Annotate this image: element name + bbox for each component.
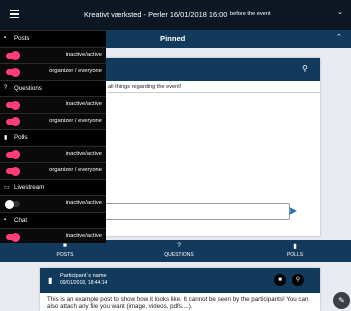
toggle-knob <box>11 51 20 60</box>
settings-section-title: Chat <box>14 216 28 224</box>
settings-section-questions: ? Questions <box>0 79 106 96</box>
tab-posts[interactable]: ■ POSTS <box>40 242 90 258</box>
chevron-down-icon[interactable]: ⌄ <box>337 8 343 16</box>
toggle-knob <box>11 232 20 242</box>
post-date: 09/01/2018, 18:44:14 <box>60 280 108 286</box>
post-author: Participant´s name <box>60 273 107 279</box>
tab-polls[interactable]: ▮ POLLS <box>270 242 320 258</box>
edit-button[interactable]: ✎ <box>333 292 350 309</box>
monitor-icon: ▭ <box>4 184 10 191</box>
chevron-up-icon[interactable]: ⌃ <box>336 33 342 41</box>
polls-icon: ▮ <box>293 243 297 250</box>
toggle-switch[interactable] <box>6 166 20 176</box>
question-icon: ? <box>4 84 8 91</box>
toggle-knob <box>11 100 20 110</box>
settings-row: organizer / everyone <box>0 162 106 178</box>
settings-row: inactive/active <box>0 46 106 63</box>
toggle-label: organizer / everyone <box>49 117 102 124</box>
tab-questions-label: QUESTIONS <box>164 252 194 258</box>
toggle-switch[interactable] <box>5 199 20 209</box>
settings-row: inactive/active <box>0 228 106 244</box>
settings-section-posts: ▪ Posts <box>0 30 106 46</box>
settings-section-title: Polls <box>14 134 28 141</box>
post-icon: ▪ <box>4 35 7 41</box>
toggle-switch[interactable] <box>6 232 20 242</box>
event-phase: before the event <box>230 11 271 17</box>
post-body: This is an example post to show how it l… <box>47 296 309 310</box>
settings-row: organizer / everyone <box>0 112 106 129</box>
settings-section-chat: ▪ Chat <box>0 211 106 228</box>
polls-icon: ▮ <box>4 135 8 141</box>
tab-questions[interactable]: ? QUESTIONS <box>154 242 204 258</box>
menu-icon[interactable] <box>10 10 19 20</box>
toggle-label: organizer / everyone <box>49 68 102 74</box>
pin-icon[interactable]: ⚲ <box>292 274 304 286</box>
event-title: Kreativt værksted - Perler 16/01/2018 16… <box>84 10 228 19</box>
toggle-switch[interactable] <box>6 150 20 159</box>
toggle-label: inactive/active <box>65 51 102 58</box>
post-card: ▮ Participant´s name 09/01/2018, 18:44:1… <box>40 268 320 311</box>
delete-icon[interactable]: ■ <box>274 274 286 286</box>
toggle-label: inactive/active <box>65 233 102 239</box>
settings-section-title: Livestream <box>14 183 45 191</box>
settings-section-polls: ▮ Polls <box>0 129 106 145</box>
settings-row: organizer / everyone <box>0 63 106 79</box>
chat-icon: ▪ <box>4 216 7 223</box>
settings-section-livestream: ▭ Livestream <box>0 178 106 195</box>
pencil-icon: ✎ <box>338 296 345 305</box>
toggle-label: inactive/active <box>65 101 102 107</box>
toggle-label: organizer / everyone <box>49 167 102 173</box>
settings-panel: ▪ Posts inactive/active organizer / everyon… <box>0 30 106 243</box>
send-icon[interactable] <box>288 206 298 216</box>
app-header: Kreativt værksted - Perler 16/01/2018 16… <box>0 0 351 30</box>
toggle-switch[interactable] <box>6 67 20 77</box>
toggle-knob <box>11 67 20 77</box>
toggle-label: inactive/active <box>65 150 102 157</box>
settings-section-title: Questions <box>14 84 42 92</box>
question-icon: ? <box>177 242 181 249</box>
settings-row: inactive/active <box>0 145 106 162</box>
toggle-knob <box>11 166 20 176</box>
pinned-text: all things regarding the event! <box>108 84 182 90</box>
pinned-title: Pinned <box>160 34 186 43</box>
settings-row: inactive/active <box>0 96 106 112</box>
toggle-knob <box>11 117 20 126</box>
tab-posts-label: POSTS <box>56 252 74 258</box>
settings-row: inactive/active <box>0 195 106 211</box>
reply-input[interactable] <box>100 203 290 220</box>
chat-icon: ▮ <box>48 276 53 285</box>
tab-polls-label: POLLS <box>286 252 304 258</box>
toggle-switch[interactable] <box>6 51 20 60</box>
toggle-label: inactive/active <box>65 200 102 206</box>
post-header: ▮ Participant´s name 09/01/2018, 18:44:1… <box>40 268 320 293</box>
pin-icon[interactable]: ⚲ <box>302 64 308 73</box>
toggle-knob <box>11 150 20 159</box>
toggle-knob <box>5 199 14 209</box>
toggle-switch[interactable] <box>6 100 20 110</box>
settings-section-title: Posts <box>14 35 30 42</box>
toggle-switch[interactable] <box>6 117 20 126</box>
divider <box>108 92 320 93</box>
